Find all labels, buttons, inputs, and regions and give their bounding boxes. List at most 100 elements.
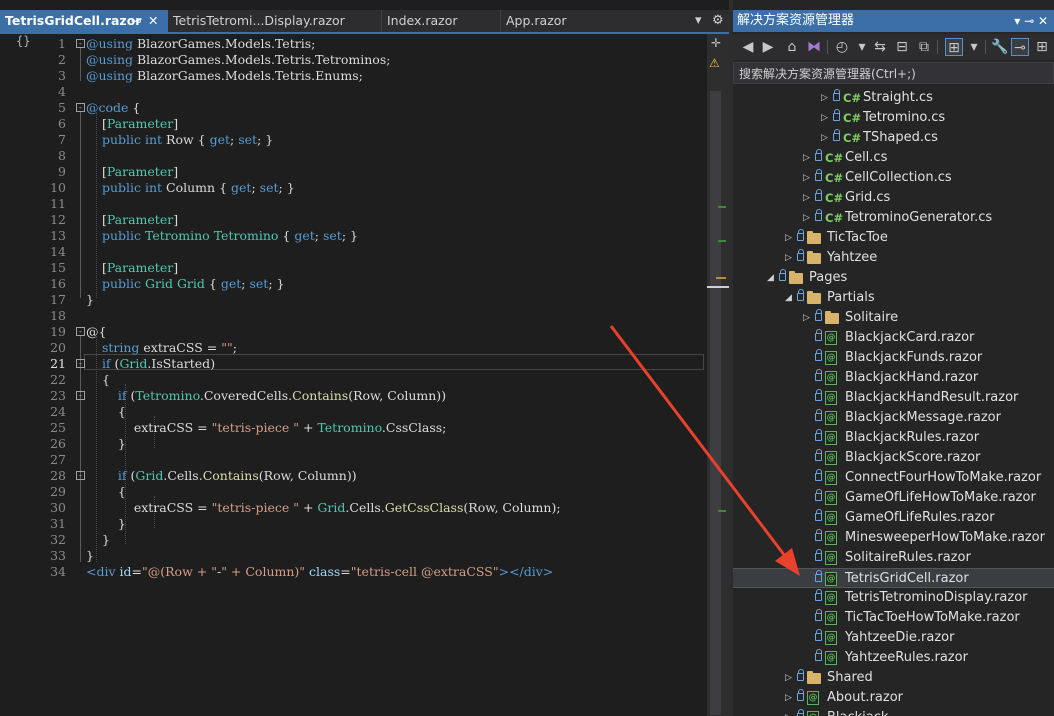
back-icon[interactable]: ◀: [739, 38, 757, 56]
code-text[interactable]: if (Grid.Cells.Contains(Row, Column)): [86, 468, 357, 484]
expand-arrow-icon[interactable]: ▷: [785, 708, 795, 716]
preview-icon[interactable]: ⊸: [1011, 38, 1029, 56]
code-line[interactable]: 14: [0, 244, 704, 260]
code-line[interactable]: 3 @using BlazorGames.Models.Tetris.Enums;: [0, 68, 704, 84]
code-text[interactable]: <div id="@(Row + "-" + Column)" class="t…: [86, 564, 553, 580]
panel-controls[interactable]: ▾ ⊸ ✕: [1014, 10, 1048, 32]
tree-item[interactable]: ▷ Yahtzee: [733, 248, 1054, 268]
code-text[interactable]: [Parameter]: [86, 260, 178, 276]
code-line[interactable]: 19 - @{: [0, 324, 704, 340]
vs-icon[interactable]: ⧓: [805, 38, 823, 56]
tree-item[interactable]: @ SolitaireRules.razor: [733, 548, 1054, 568]
code-line[interactable]: 13 public Tetromino Tetromino { get; set…: [0, 228, 704, 244]
tree-item[interactable]: ▷ @ Blackjack...: [733, 708, 1054, 716]
gear-icon[interactable]: ⚙: [712, 10, 724, 32]
code-text[interactable]: public int Row { get; set; }: [86, 132, 273, 148]
code-text[interactable]: @using BlazorGames.Models.Tetris.Tetromi…: [86, 52, 390, 68]
code-text[interactable]: @code {: [86, 100, 140, 116]
expand-arrow-icon[interactable]: ▷: [803, 308, 813, 328]
code-line[interactable]: 2 @using BlazorGames.Models.Tetris.Tetrom…: [0, 52, 704, 68]
collapse-icon[interactable]: ⊟: [893, 38, 911, 56]
code-line[interactable]: 12 [Parameter]: [0, 212, 704, 228]
code-line[interactable]: 9 [Parameter]: [0, 164, 704, 180]
vertical-scrollbar[interactable]: ✛ ⚠: [707, 34, 729, 716]
tab-index[interactable]: Index.razor: [382, 10, 500, 32]
tree-item[interactable]: @ BlackjackHandResult.razor: [733, 388, 1054, 408]
code-line[interactable]: 15 [Parameter]: [0, 260, 704, 276]
history-icon[interactable]: ◴: [833, 38, 851, 56]
tree-item[interactable]: ◢ Partials: [733, 288, 1054, 308]
code-text[interactable]: [Parameter]: [86, 212, 178, 228]
tree-item[interactable]: @ TetrisTetrominoDisplay.razor: [733, 588, 1054, 608]
code-text[interactable]: [Parameter]: [86, 164, 178, 180]
code-line[interactable]: 22 {: [0, 372, 704, 388]
tree-item[interactable]: ▷ TicTacToe: [733, 228, 1054, 248]
tree-item[interactable]: @ TicTacToeHowToMake.razor: [733, 608, 1054, 628]
expand-arrow-icon[interactable]: ▷: [785, 688, 795, 708]
tree-item[interactable]: @ BlackjackScore.razor: [733, 448, 1054, 468]
code-line[interactable]: 8: [0, 148, 704, 164]
code-text[interactable]: }: [86, 516, 126, 532]
code-line[interactable]: 27: [0, 452, 704, 468]
expand-arrow-icon[interactable]: ▷: [803, 208, 813, 228]
tree-item[interactable]: @ GameOfLifeRules.razor: [733, 508, 1054, 528]
warning-icon[interactable]: ⚠: [709, 56, 720, 70]
tree-item[interactable]: ▷ C# Tetromino.cs: [733, 108, 1054, 128]
home-icon[interactable]: ⌂: [783, 38, 801, 56]
fold-toggle-icon[interactable]: -: [76, 391, 85, 400]
code-text[interactable]: extraCSS = "tetris-piece " + Tetromino.C…: [86, 420, 447, 436]
code-line[interactable]: 31 }: [0, 516, 704, 532]
tree-item[interactable]: @ BlackjackMessage.razor: [733, 408, 1054, 428]
code-line[interactable]: 25 extraCSS = "tetris-piece " + Tetromin…: [0, 420, 704, 436]
tree-item[interactable]: ▷ C# CellCollection.cs: [733, 168, 1054, 188]
code-text[interactable]: @using BlazorGames.Models.Tetris;: [86, 36, 315, 52]
code-line[interactable]: 21 - if (Grid.IsStarted): [0, 356, 704, 372]
code-text[interactable]: {: [86, 484, 126, 500]
fold-toggle-icon[interactable]: -: [76, 103, 85, 112]
code-line[interactable]: 18: [0, 308, 704, 324]
code-text[interactable]: extraCSS = "tetris-piece " + Grid.Cells.…: [86, 500, 561, 516]
tree-item[interactable]: @ GameOfLifeHowToMake.razor: [733, 488, 1054, 508]
code-text[interactable]: if (Tetromino.CoveredCells.Contains(Row,…: [86, 388, 446, 404]
expand-arrow-icon[interactable]: ▷: [821, 88, 831, 108]
tree-item[interactable]: @ BlackjackFunds.razor: [733, 348, 1054, 368]
code-line[interactable]: 1 - @using BlazorGames.Models.Tetris;: [0, 36, 704, 52]
tree-item[interactable]: @ MinesweeperHowToMake.razor: [733, 528, 1054, 548]
code-line[interactable]: 16 public Grid Grid { get; set; }: [0, 276, 704, 292]
code-text[interactable]: }: [86, 532, 110, 548]
tree-item[interactable]: @ BlackjackCard.razor: [733, 328, 1054, 348]
expand-arrow-icon[interactable]: ▷: [821, 108, 831, 128]
code-line[interactable]: 34 <div id="@(Row + "-" + Column)" class=…: [0, 564, 704, 580]
code-line[interactable]: 20 string extraCSS = "";: [0, 340, 704, 356]
code-text[interactable]: }: [86, 292, 94, 308]
fold-toggle-icon[interactable]: -: [76, 471, 85, 480]
pin-icon[interactable]: ⊞: [1033, 38, 1051, 56]
tree-item[interactable]: ▷ @ About.razor: [733, 688, 1054, 708]
tree-item[interactable]: @ BlackjackHand.razor: [733, 368, 1054, 388]
tree-item[interactable]: @ ConnectFourHowToMake.razor: [733, 468, 1054, 488]
code-text[interactable]: {: [86, 372, 110, 388]
code-text[interactable]: if (Grid.IsStarted): [86, 356, 215, 372]
fold-toggle-icon[interactable]: -: [76, 39, 85, 48]
tree-item[interactable]: ▷ C# Straight.cs: [733, 88, 1054, 108]
tree-item[interactable]: @ TetrisGridCell.razor: [733, 568, 1054, 588]
code-line[interactable]: 33}: [0, 548, 704, 564]
code-editor[interactable]: TetrisGridCell.razor ⊸ ✕ TetrisTetromi..…: [0, 0, 729, 716]
tree-item[interactable]: @ YahtzeeRules.razor: [733, 648, 1054, 668]
code-line[interactable]: 32 }: [0, 532, 704, 548]
code-text[interactable]: @{: [86, 324, 106, 340]
wrench-icon[interactable]: 🔧: [991, 38, 1009, 56]
expand-arrow-icon[interactable]: ▷: [821, 128, 831, 148]
fold-toggle-icon[interactable]: -: [76, 327, 85, 336]
code-line[interactable]: 29 {: [0, 484, 704, 500]
chevron-down-icon[interactable]: ▾: [965, 38, 983, 56]
code-line[interactable]: 5 - @code {: [0, 100, 704, 116]
code-line[interactable]: 6 [Parameter]: [0, 116, 704, 132]
tree-item[interactable]: ▷ C# Grid.cs: [733, 188, 1054, 208]
tree-item[interactable]: @ YahtzeeDie.razor: [733, 628, 1054, 648]
code-text[interactable]: {: [86, 404, 126, 420]
forward-icon[interactable]: ▶: [759, 38, 777, 56]
view-icon[interactable]: ⊞: [945, 38, 963, 56]
code-line[interactable]: 24 {: [0, 404, 704, 420]
code-line[interactable]: 26 }: [0, 436, 704, 452]
